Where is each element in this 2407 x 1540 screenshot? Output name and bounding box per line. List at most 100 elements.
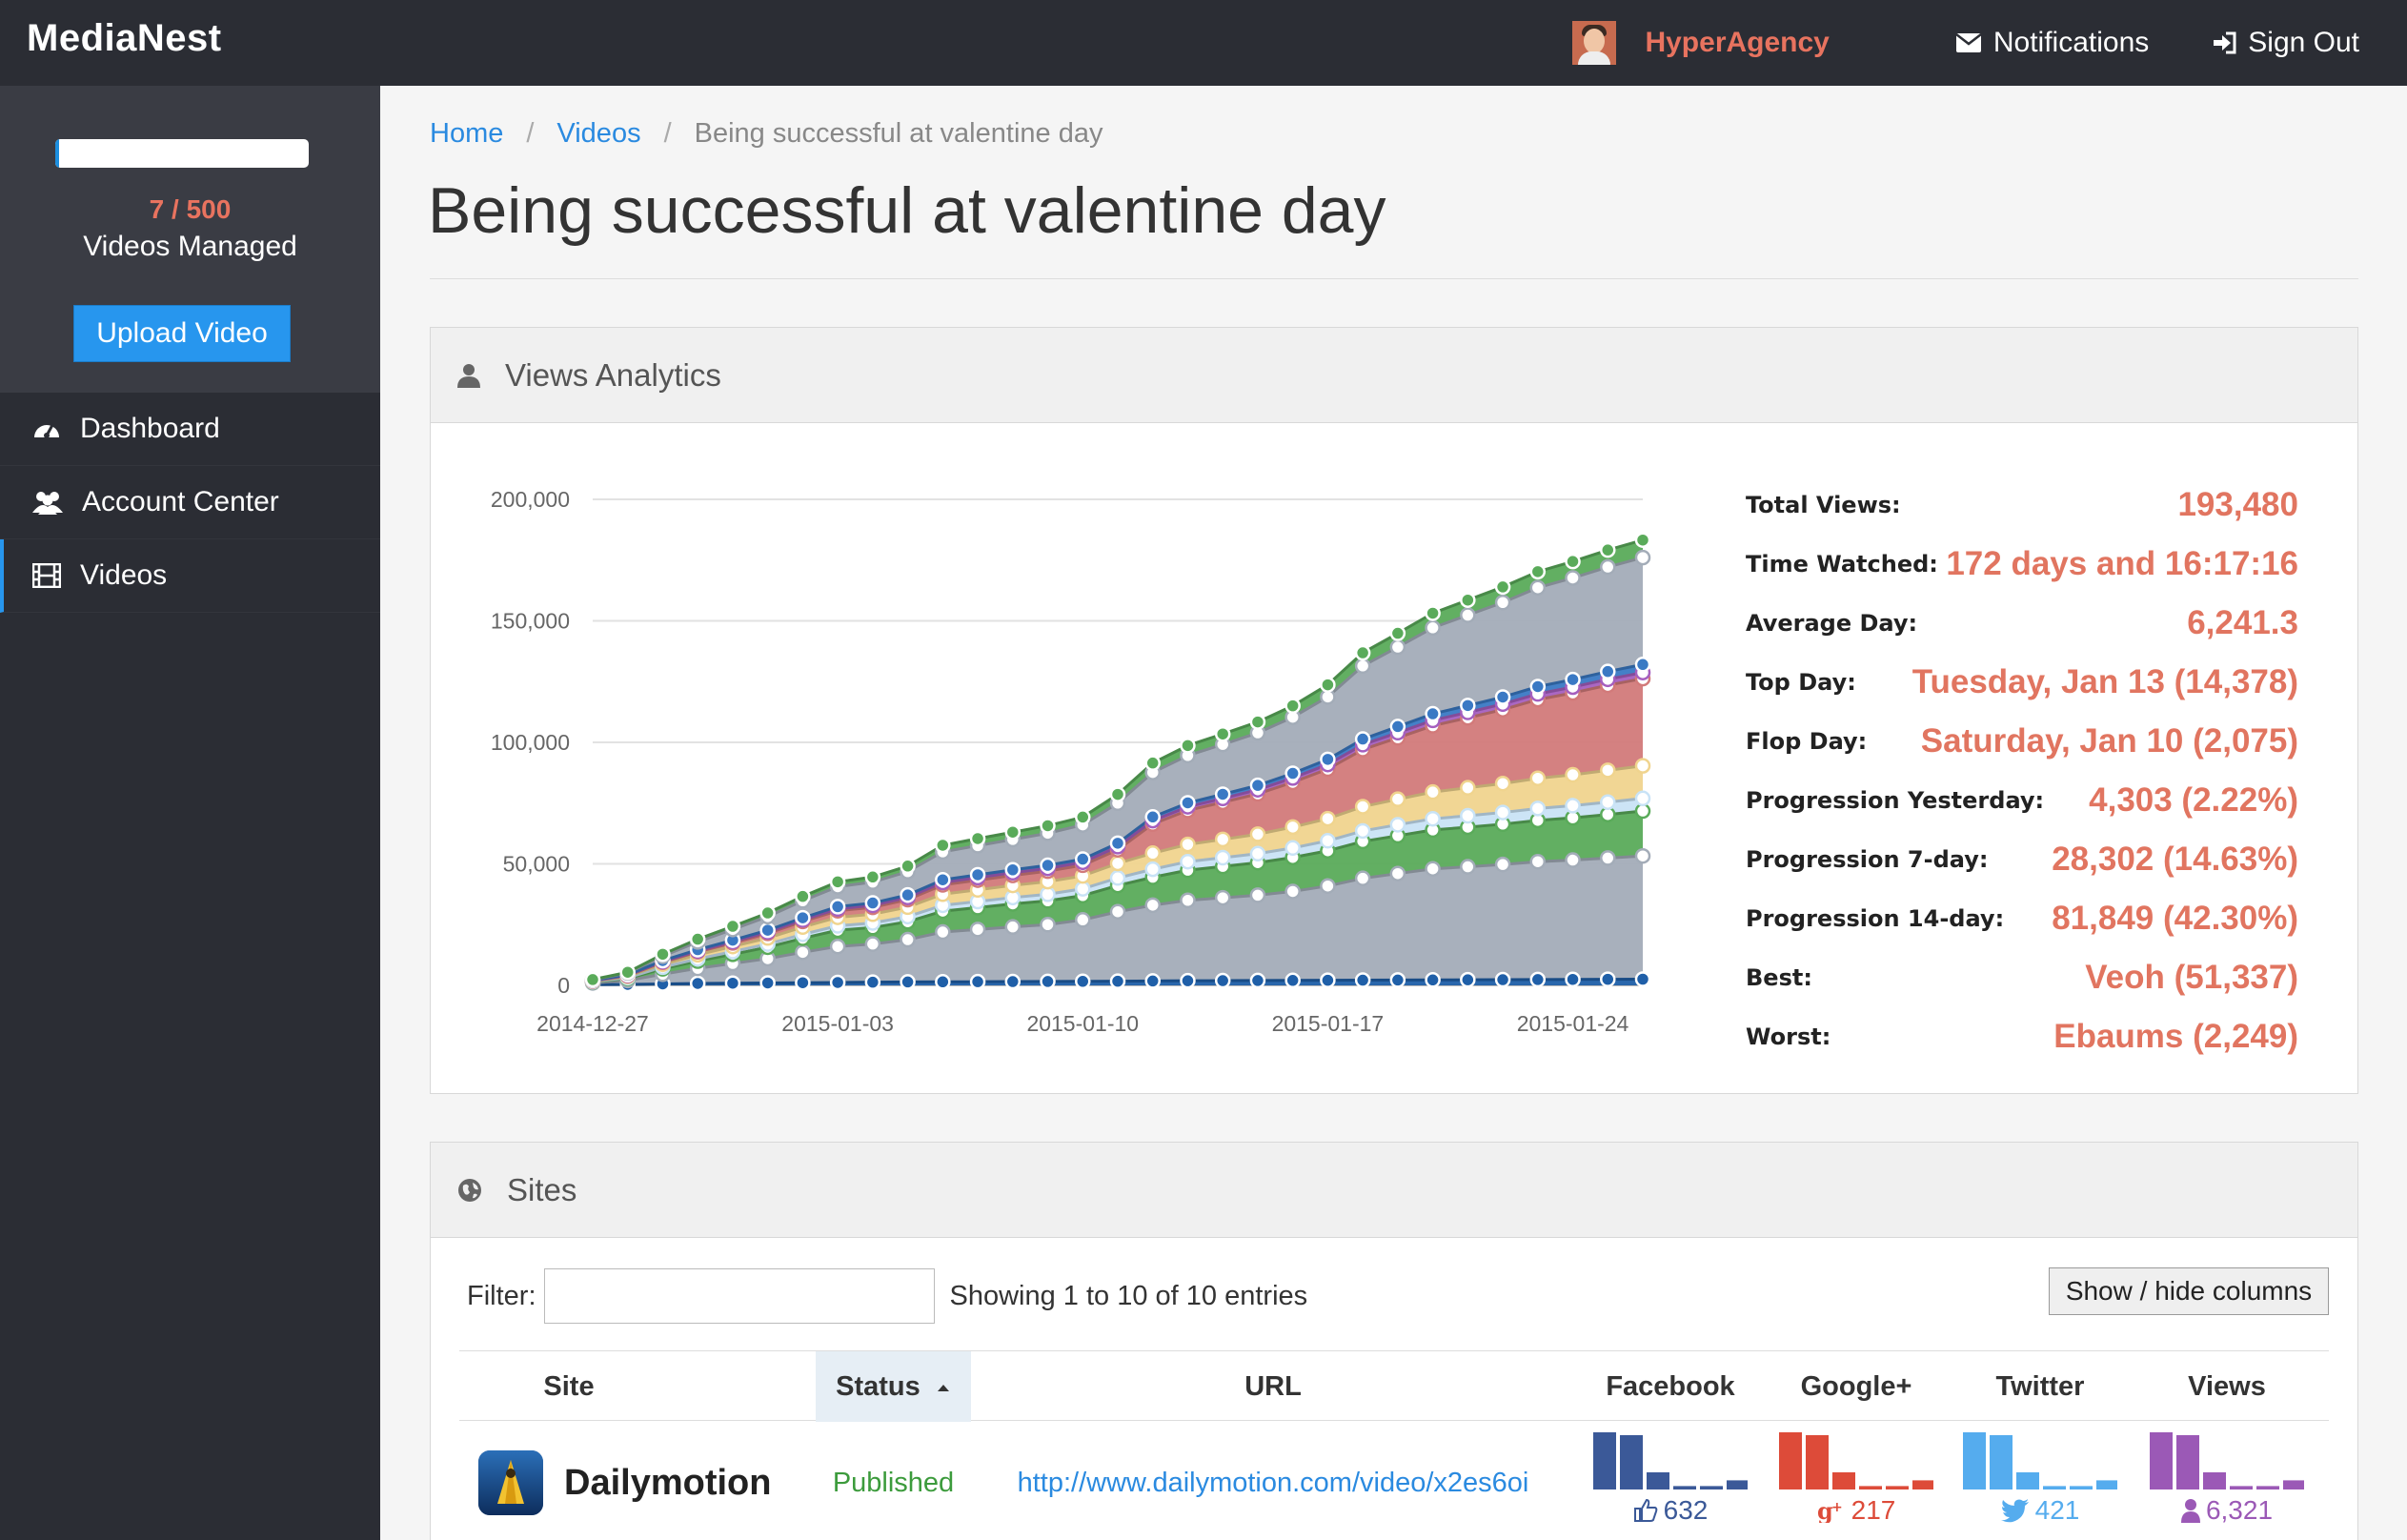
series-0-point: [1180, 972, 1196, 989]
show-hide-columns-button[interactable]: Show / hide columns: [2049, 1267, 2329, 1315]
stat-value: 28,302 (14.63%): [2052, 841, 2298, 878]
series-1-point: [829, 938, 846, 955]
series-7-point: [1144, 809, 1161, 825]
spark-bar: [2230, 1486, 2253, 1489]
breadcrumb: Home / Videos / Being successful at vale…: [430, 118, 1103, 150]
series-0-point: [724, 975, 741, 991]
series-4-point: [1180, 836, 1196, 853]
series-8-point: [1634, 549, 1651, 566]
series-0-point: [1494, 971, 1511, 988]
series-4-point: [1600, 762, 1616, 779]
series-1-point: [1109, 903, 1126, 920]
column-header-url[interactable]: URL: [971, 1351, 1575, 1422]
series-0-point: [1144, 973, 1161, 989]
filter-input[interactable]: [543, 1268, 935, 1324]
table-filter: Filter: Showing 1 to 10 of 10 entries: [467, 1268, 1307, 1324]
sidebar-item-dashboard[interactable]: Dashboard: [0, 393, 380, 466]
y-tick-label: 200,000: [491, 487, 570, 512]
x-tick-label: 2015-01-17: [1272, 1011, 1385, 1036]
series-3-point: [1180, 853, 1196, 870]
sidebar-item-label: Videos: [80, 559, 168, 591]
spark-bar: [2070, 1486, 2093, 1489]
user-menu[interactable]: HyperAgency: [1572, 21, 1830, 65]
sidebar-item-account-center[interactable]: Account Center: [0, 466, 380, 539]
series-9-point: [1460, 592, 1476, 608]
series-9-point: [1040, 818, 1056, 834]
stat-row: Flop Day: Saturday, Jan 10 (2,075): [1746, 712, 2298, 771]
facebook-cell: 632: [1575, 1421, 1766, 1540]
series-0-point: [1075, 973, 1091, 990]
x-tick-label: 2015-01-24: [1517, 1011, 1629, 1036]
series-1-point: [1634, 847, 1651, 864]
breadcrumb-videos[interactable]: Videos: [556, 118, 640, 150]
spark-bar: [1832, 1472, 1855, 1489]
series-7-point: [1494, 689, 1511, 705]
sidebar-item-videos[interactable]: Videos: [0, 539, 380, 613]
series-0-point: [1004, 973, 1021, 990]
series-2-point: [1634, 802, 1651, 820]
series-0-point: [1214, 972, 1231, 989]
stat-label: Total Views:: [1746, 492, 1901, 518]
series-0-point: [1320, 972, 1336, 988]
column-header-facebook[interactable]: Facebook: [1575, 1351, 1766, 1422]
stat-value: 4,303 (2.22%): [2089, 781, 2298, 819]
upload-video-button[interactable]: Upload Video: [73, 305, 291, 362]
series-4-point: [1529, 770, 1547, 786]
panel-heading: Sites: [431, 1143, 2357, 1238]
stat-value: 172 days and 16:17:16: [1946, 545, 2298, 582]
spark-bar: [1806, 1435, 1829, 1489]
series-0-point: [1425, 972, 1441, 988]
facebook-count: 632: [1663, 1495, 1709, 1525]
stat-value: 193,480: [2177, 486, 2298, 523]
panel-heading: Views Analytics: [431, 328, 2357, 423]
series-0-point: [935, 974, 951, 990]
series-7-point: [1214, 786, 1231, 802]
series-8-point: [1460, 607, 1476, 623]
series-7-point: [900, 886, 916, 903]
column-header-status[interactable]: Status: [816, 1351, 971, 1422]
series-9-point: [1320, 677, 1336, 693]
column-header-googleplus[interactable]: Google+: [1766, 1351, 1947, 1422]
notifications-link[interactable]: Notifications: [1955, 27, 2149, 59]
status-badge: Published: [832, 1467, 955, 1498]
series-8-point: [1425, 619, 1441, 637]
series-3-point: [1144, 861, 1161, 878]
series-3-point: [1284, 840, 1301, 857]
stat-label: Progression 7-day:: [1746, 846, 1989, 873]
column-header-site[interactable]: Site: [459, 1351, 678, 1422]
brand-logo[interactable]: MediaNest: [27, 17, 222, 60]
sidebar: 7 / 500 Videos Managed Upload Video Dash…: [0, 86, 380, 1540]
series-9-point: [864, 869, 881, 885]
series-0-point: [969, 973, 986, 990]
stat-row: Best: Veoh (51,337): [1746, 948, 2298, 1007]
series-1-point: [1600, 850, 1616, 866]
x-tick-label: 2015-01-03: [781, 1011, 894, 1036]
top-navbar: MediaNest HyperAgency Notifications Sign…: [0, 0, 2407, 86]
column-header-views[interactable]: Views: [2134, 1351, 2320, 1422]
series-1-point: [1040, 917, 1056, 933]
series-8-point: [1389, 638, 1406, 656]
series-0-point: [1565, 971, 1581, 988]
envelope-icon: [1955, 33, 1982, 52]
series-4-point: [1249, 826, 1266, 842]
person-icon: [2180, 1499, 2200, 1523]
table-row[interactable]: Dailymotion Published http://www.dailymo…: [459, 1421, 2329, 1540]
column-header-twitter[interactable]: Twitter: [1947, 1351, 2134, 1422]
series-3-point: [1354, 822, 1371, 840]
breadcrumb-home[interactable]: Home: [430, 118, 503, 150]
sign-out-link[interactable]: Sign Out: [2212, 27, 2359, 59]
video-url-link[interactable]: http://www.dailymotion.com/video/x2es6oi: [1018, 1468, 1529, 1499]
series-3-point: [1109, 870, 1126, 886]
videos-count: 7 / 500: [149, 194, 232, 224]
spark-bar: [2150, 1432, 2173, 1489]
spark-bar: [2283, 1480, 2304, 1489]
views-count: 6,321: [2205, 1495, 2274, 1525]
views-area-chart: 0 50,000 100,000 150,000 200,000 2014-12-27 20…: [491, 487, 1651, 1036]
series-7-point: [1460, 698, 1476, 714]
user-icon: [457, 363, 480, 388]
thumbs-up-icon: [1633, 1498, 1657, 1522]
series-9-point: [655, 946, 671, 962]
spark-bar: [1647, 1472, 1669, 1489]
series-0-point: [1634, 971, 1651, 987]
series-3-point: [1249, 845, 1266, 862]
